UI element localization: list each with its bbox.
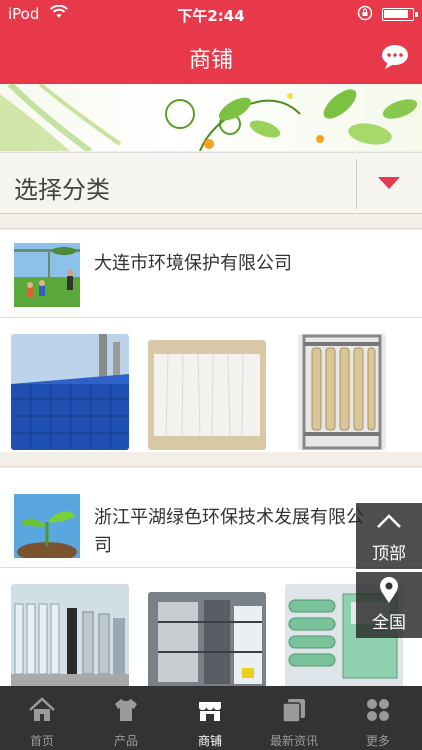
- tab-stores[interactable]: 商铺: [168, 686, 252, 750]
- page-title: 商铺: [188, 48, 233, 73]
- shop-name: 大连市环境保护有限公司: [94, 253, 292, 274]
- shirt-icon: [115, 699, 137, 721]
- shop-name: 浙江平湖绿色环保技术发展有限公司: [94, 507, 364, 556]
- chevron-up-icon: [377, 514, 401, 528]
- back-to-top-button[interactable]: 顶部: [356, 503, 422, 569]
- rotation-lock-icon: [357, 5, 373, 21]
- tab-home[interactable]: 首页: [0, 686, 84, 750]
- product-image[interactable]: [148, 340, 266, 450]
- tab-label: 最新资讯: [269, 734, 318, 748]
- product-image[interactable]: [148, 592, 266, 688]
- shop-header[interactable]: 大连市环境保护有限公司: [0, 230, 422, 318]
- category-label: 选择分类: [14, 176, 110, 204]
- category-selector[interactable]: 选择分类: [0, 152, 422, 214]
- section-gap: [0, 452, 422, 467]
- status-bar: iPod 下午2:44: [0, 0, 422, 28]
- dropdown-arrow-icon[interactable]: [378, 177, 400, 189]
- tab-news[interactable]: 最新资讯: [252, 686, 336, 750]
- tab-more[interactable]: 更多: [336, 686, 420, 750]
- banner-art: [0, 84, 418, 151]
- back-to-top-label: 顶部: [372, 544, 406, 564]
- nationwide-label: 全国: [372, 613, 406, 633]
- product-image[interactable]: [11, 334, 129, 450]
- screen: iPod 下午2:44 商铺 选择分类 大连市环境保护有限公司 浙江平湖绿色环保…: [0, 0, 422, 750]
- news-icon: [282, 699, 305, 723]
- tab-label: 首页: [29, 734, 54, 748]
- tab-products[interactable]: 产品: [84, 686, 168, 750]
- banner-image[interactable]: [0, 84, 422, 151]
- nationwide-button[interactable]: 全国: [356, 572, 422, 638]
- tab-label: 产品: [113, 734, 138, 748]
- section-gap: [0, 214, 422, 229]
- home-icon: [29, 697, 55, 721]
- store-icon: [199, 702, 221, 721]
- grid-icon: [367, 699, 389, 721]
- location-pin-icon: [380, 577, 398, 603]
- tab-bar: 首页 产品 商铺 最新资讯 更多: [0, 686, 422, 750]
- tab-label: 更多: [365, 734, 390, 748]
- shop-card: 大连市环境保护有限公司: [0, 230, 422, 452]
- tab-label: 商铺: [197, 734, 222, 748]
- divider: [356, 159, 357, 209]
- chat-icon[interactable]: [380, 44, 410, 70]
- shop-logo: [14, 243, 80, 307]
- product-image[interactable]: [298, 334, 386, 450]
- shop-logo: [14, 494, 80, 558]
- battery-icon: [382, 8, 418, 21]
- product-image[interactable]: [11, 584, 129, 688]
- nav-bar: 商铺: [0, 28, 422, 84]
